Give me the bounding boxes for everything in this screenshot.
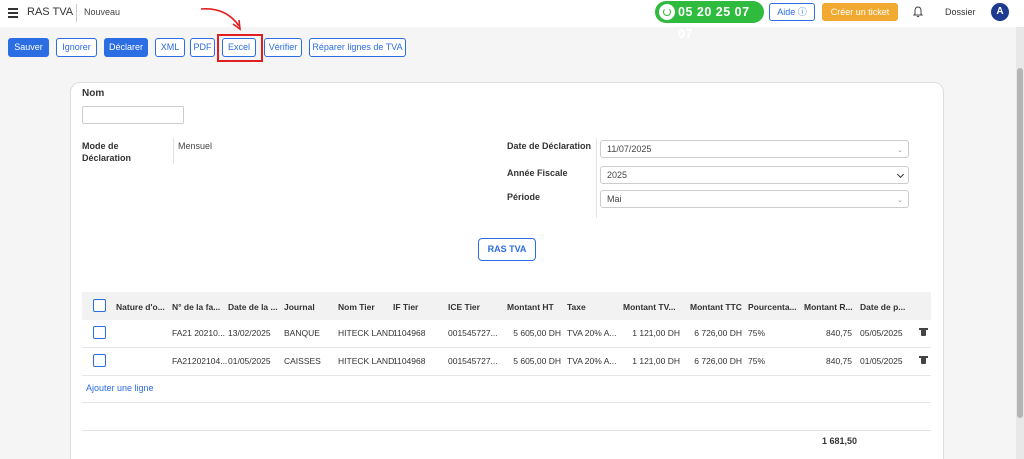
column-header[interactable]: Date de la ... xyxy=(228,302,278,312)
period-select[interactable]: Mai ⌄ xyxy=(600,190,909,208)
column-header[interactable]: Montant HT xyxy=(507,302,554,312)
table-cell[interactable]: 01/05/2025 xyxy=(228,356,271,366)
column-header[interactable]: Montant R... xyxy=(804,302,853,312)
table-cell[interactable]: 6 726,00 DH xyxy=(682,328,742,338)
name-input[interactable] xyxy=(82,106,184,124)
mode-value: Mensuel xyxy=(178,141,213,151)
column-header[interactable]: Date de p... xyxy=(860,302,905,312)
pdf-button[interactable]: PDF xyxy=(190,38,215,57)
table-cell[interactable]: 01/05/2025 xyxy=(860,356,903,366)
ignore-button[interactable]: Ignorer xyxy=(56,38,97,57)
table-cell[interactable]: 840,75 xyxy=(800,356,852,366)
annotation-arrow-icon xyxy=(200,8,241,31)
table-cell[interactable]: 1104968 xyxy=(393,328,425,338)
table-cell[interactable]: 001545727... xyxy=(448,328,498,338)
table-cell[interactable]: 840,75 xyxy=(800,328,852,338)
breadcrumb-subtitle: Nouveau xyxy=(84,7,121,17)
xml-button[interactable]: XML xyxy=(155,38,185,57)
declaration-date-label: Date de Déclaration xyxy=(507,141,592,151)
column-header[interactable]: IF Tier xyxy=(393,302,418,312)
bell-icon[interactable] xyxy=(913,6,923,18)
column-header[interactable]: Montant TV... xyxy=(623,302,676,312)
table-cell[interactable]: FA21202104... xyxy=(172,356,227,366)
fiscal-year-value: 2025 xyxy=(607,170,628,180)
table-cell[interactable]: TVA 20% A... xyxy=(567,356,616,366)
select-all-checkbox[interactable] xyxy=(93,299,106,312)
row-divider xyxy=(82,347,931,348)
save-button[interactable]: Sauver xyxy=(8,38,49,57)
support-phone-button[interactable]: 05 20 25 07 07 xyxy=(655,1,764,41)
fiscal-year-label: Année Fiscale xyxy=(507,168,568,178)
right-form-divider xyxy=(596,138,597,218)
mode-label-2: Déclaration xyxy=(82,153,132,163)
question-icon: ⓘ xyxy=(797,7,807,17)
headset-icon xyxy=(659,4,675,20)
chevron-down-icon: ⌄ xyxy=(897,197,903,204)
column-header[interactable]: Montant TTC xyxy=(690,302,742,312)
name-label: Nom xyxy=(82,88,105,99)
repair-vat-lines-button[interactable]: Réparer lignes de TVA xyxy=(309,38,406,57)
row-checkbox[interactable] xyxy=(93,354,106,367)
table-cell[interactable]: 1 121,00 DH xyxy=(620,356,680,366)
title-divider xyxy=(76,4,77,22)
period-label: Période xyxy=(507,192,541,202)
chevron-down-icon: ⌄ xyxy=(897,147,903,154)
table-cell[interactable]: 5 605,00 DH xyxy=(500,328,561,338)
page-title: RAS TVA xyxy=(27,6,74,18)
table-cell[interactable]: TVA 20% A... xyxy=(567,328,616,338)
table-cell[interactable]: HITECK LAND xyxy=(338,328,394,338)
create-ticket-button[interactable]: Créer un ticket xyxy=(822,3,898,21)
avatar[interactable]: A xyxy=(991,3,1009,21)
table-cell[interactable]: 75% xyxy=(748,328,765,338)
table-cell[interactable]: 13/02/2025 xyxy=(228,328,271,338)
column-header[interactable]: Nom Tier xyxy=(338,302,375,312)
mode-label: Mode de xyxy=(82,141,119,151)
table-cell[interactable]: 6 726,00 DH xyxy=(682,356,742,366)
column-header[interactable]: Journal xyxy=(284,302,315,312)
scrollbar-thumb[interactable] xyxy=(1017,68,1023,418)
verify-button[interactable]: Vérifier xyxy=(264,38,302,57)
total-amount: 1 681,50 xyxy=(822,436,858,446)
trash-icon[interactable] xyxy=(919,328,928,336)
table-cell[interactable]: 75% xyxy=(748,356,765,366)
column-header[interactable]: Pourcenta... xyxy=(748,302,797,312)
period-value: Mai xyxy=(607,194,622,204)
help-label: Aide xyxy=(777,7,796,17)
trash-icon[interactable] xyxy=(919,356,928,364)
add-line-link[interactable]: Ajouter une ligne xyxy=(86,383,154,393)
table-cell[interactable]: 5 605,00 DH xyxy=(500,356,561,366)
table-cell[interactable]: 05/05/2025 xyxy=(860,328,903,338)
dossier-menu[interactable]: Dossier xyxy=(945,7,976,17)
column-header[interactable]: ICE Tier xyxy=(448,302,480,312)
row-checkbox[interactable] xyxy=(93,326,106,339)
fiscal-year-select[interactable]: 2025 xyxy=(600,166,909,184)
help-button[interactable]: Aide ⓘ xyxy=(769,3,815,21)
ras-tva-button[interactable]: RAS TVA xyxy=(478,238,536,261)
table-cell[interactable]: CAISSES xyxy=(284,356,321,366)
row-divider xyxy=(82,375,931,376)
excel-highlight-box xyxy=(217,34,263,62)
table-cell[interactable]: 001545727... xyxy=(448,356,498,366)
column-header[interactable]: Taxe xyxy=(567,302,586,312)
table-cell[interactable]: HITECK LAND xyxy=(338,356,394,366)
mode-divider xyxy=(173,138,174,164)
table-cell[interactable]: FA21 20210... xyxy=(172,328,225,338)
row-divider xyxy=(82,430,931,431)
table-cell[interactable]: 1 121,00 DH xyxy=(620,328,680,338)
chevron-down-icon xyxy=(896,170,905,179)
table-cell[interactable]: 1104968 xyxy=(393,356,425,366)
declaration-date-field[interactable]: 11/07/2025 ⌄ xyxy=(600,140,909,158)
table-cell[interactable]: BANQUE xyxy=(284,328,320,338)
column-header[interactable]: Nature d'o... xyxy=(116,302,165,312)
row-divider xyxy=(82,402,931,403)
declaration-date-value: 11/07/2025 xyxy=(607,144,652,154)
column-header[interactable]: N° de la fa... xyxy=(172,302,220,312)
hamburger-menu-icon[interactable] xyxy=(8,8,18,18)
declare-button[interactable]: Déclarer xyxy=(104,38,148,57)
